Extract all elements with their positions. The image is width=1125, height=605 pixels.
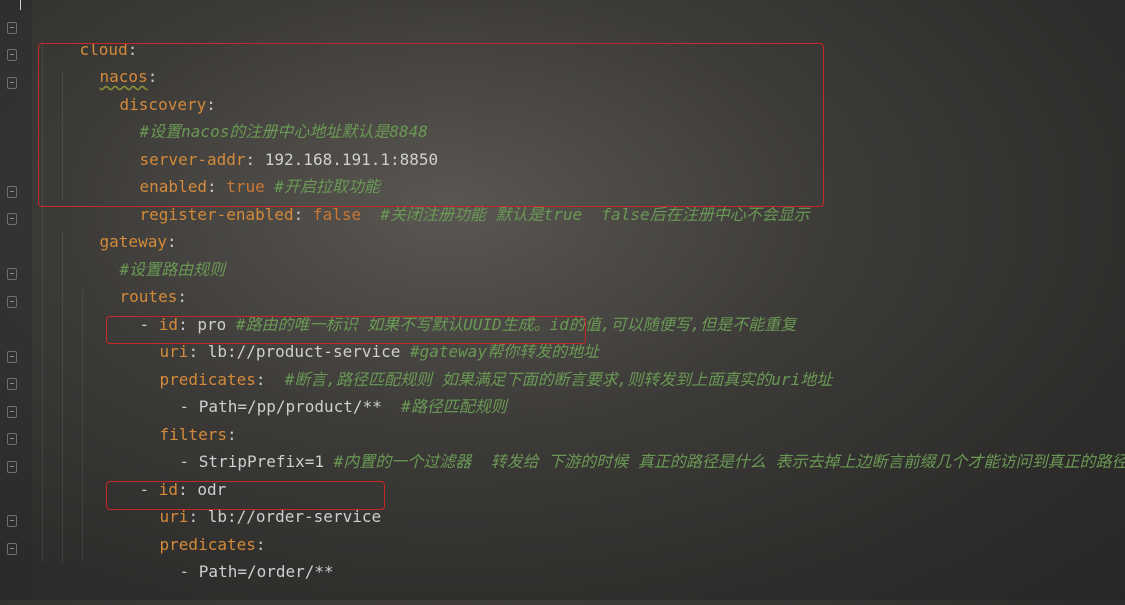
fold-icon[interactable] (7, 433, 17, 445)
code-line: gateway: (99, 232, 177, 251)
fold-icon[interactable] (7, 268, 17, 280)
fold-icon[interactable] (7, 77, 17, 89)
fold-icon[interactable] (7, 296, 17, 308)
fold-icon[interactable] (7, 186, 17, 198)
fold-icon[interactable] (7, 378, 17, 390)
code-line: - Path=/pp/product/** #路径匹配规则 (179, 397, 507, 416)
code-line: filters: (159, 425, 237, 444)
highlight-box-product-uri (106, 316, 586, 344)
code-line: - StripPrefix=1 #内置的一个过滤器 转发给 下游的时候 真正的路… (179, 452, 1125, 471)
highlight-box-order-uri (106, 481, 385, 510)
fold-icon[interactable] (7, 351, 17, 363)
code-line: - id: odr (139, 480, 227, 499)
fold-icon[interactable] (7, 406, 17, 418)
fold-icon[interactable] (7, 22, 17, 34)
indent-guide (62, 232, 63, 562)
fold-icon[interactable] (7, 461, 17, 473)
code-line: - id: pro #路由的唯一标识 如果不写默认UUID生成。id的值,可以随… (139, 315, 797, 334)
code-line: cloud: (79, 40, 138, 59)
highlight-box-nacos (38, 43, 824, 207)
code-line: - Path=/order/** (179, 562, 334, 581)
text-cursor (20, 0, 21, 10)
code-line: routes: (119, 287, 187, 306)
fold-icon[interactable] (7, 515, 17, 527)
editor-gutter (0, 0, 32, 600)
code-line: predicates: (159, 535, 266, 554)
code-line: predicates: #断言,路径匹配规则 如果满足下面的断言要求,则转发到上… (159, 370, 833, 389)
code-comment-line: #设置路由规则 (119, 260, 226, 279)
fold-icon[interactable] (7, 213, 17, 225)
indent-guide (82, 290, 83, 560)
fold-icon[interactable] (7, 49, 17, 61)
fold-icon[interactable] (7, 543, 17, 555)
